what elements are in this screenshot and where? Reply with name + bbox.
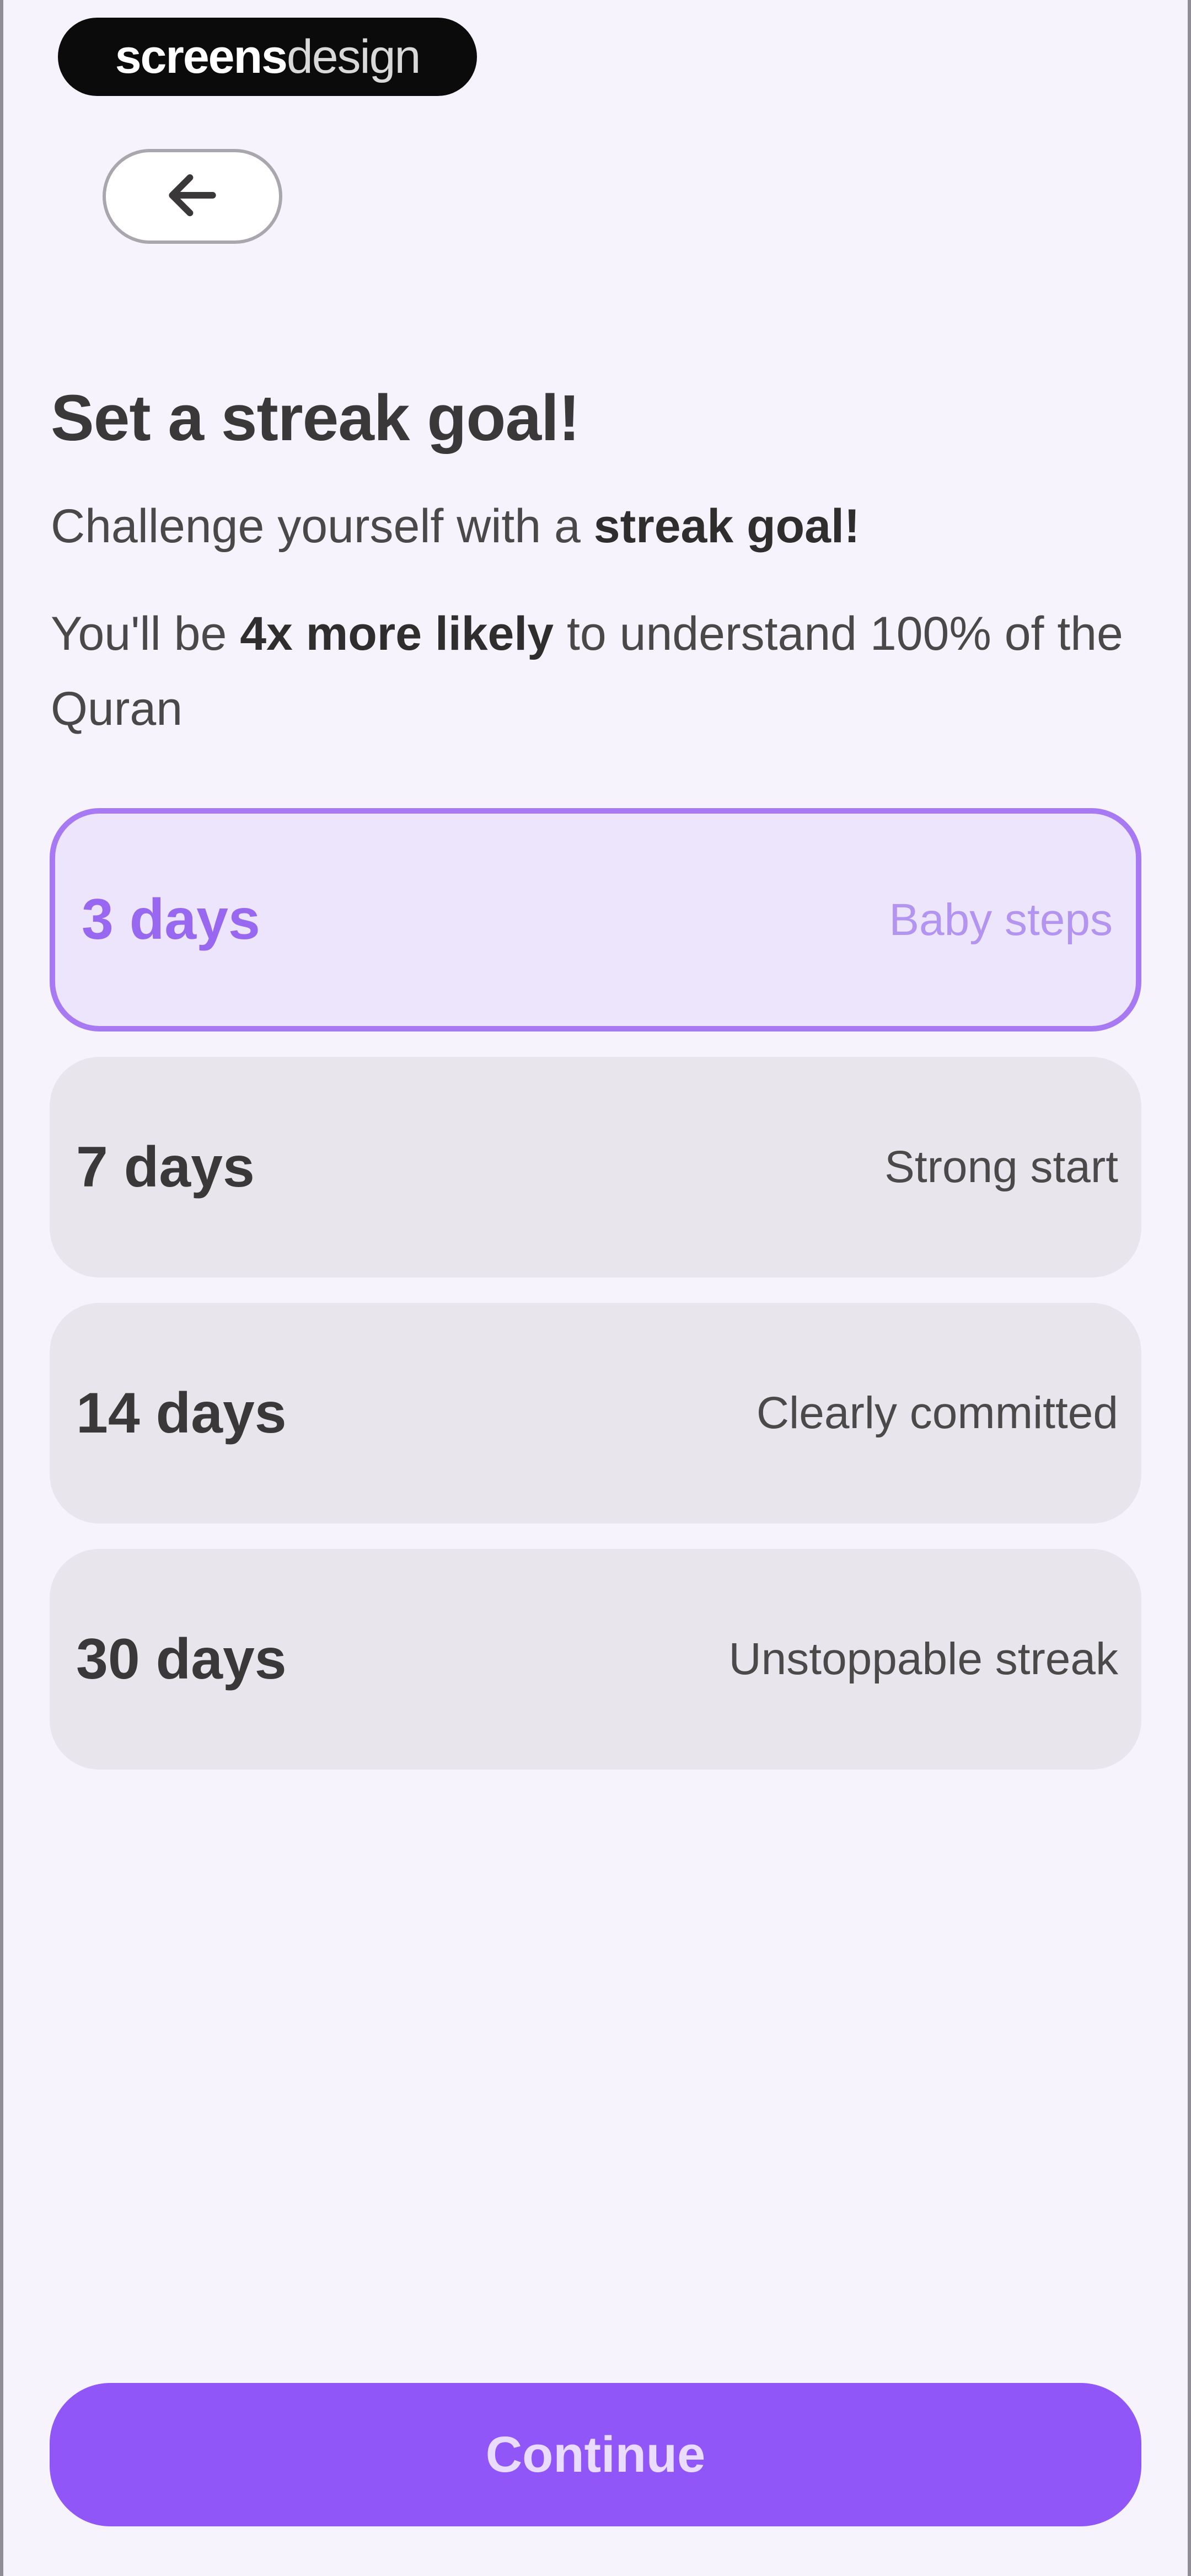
subtitle-bold: streak goal! — [593, 500, 860, 553]
streak-option-14-days[interactable]: 14 days Clearly committed — [50, 1303, 1141, 1524]
option-days: 7 days — [76, 1135, 255, 1199]
likely-bold: 4x more likely — [240, 607, 554, 660]
option-label: Baby steps — [889, 894, 1113, 945]
option-label: Strong start — [884, 1142, 1118, 1192]
watermark-light: design — [286, 30, 421, 83]
page-title: Set a streak goal! — [51, 382, 580, 455]
option-days: 14 days — [76, 1381, 287, 1445]
likely-prefix: You'll be — [51, 607, 240, 660]
frame-edge-left — [0, 0, 3, 2576]
option-label: Clearly committed — [756, 1388, 1118, 1438]
option-days: 30 days — [76, 1627, 287, 1691]
option-label: Unstoppable streak — [728, 1634, 1118, 1684]
arrow-left-icon — [162, 165, 223, 228]
streak-option-30-days[interactable]: 30 days Unstoppable streak — [50, 1549, 1141, 1770]
likelihood-text: You'll be 4x more likely to understand 1… — [51, 597, 1142, 747]
watermark-strong: screens — [115, 30, 288, 83]
streak-option-3-days[interactable]: 3 days Baby steps — [50, 808, 1141, 1032]
continue-button[interactable]: Continue — [50, 2383, 1141, 2526]
frame-edge-right — [1188, 0, 1191, 2576]
subtitle-prefix: Challenge yourself with a — [51, 500, 594, 553]
screensdesign-watermark: screens design — [58, 18, 477, 96]
back-button[interactable] — [103, 149, 282, 244]
subtitle: Challenge yourself with a streak goal! — [51, 499, 860, 554]
streak-option-7-days[interactable]: 7 days Strong start — [50, 1057, 1141, 1278]
option-days: 3 days — [82, 888, 260, 952]
streak-options: 3 days Baby steps 7 days Strong start 14… — [50, 808, 1141, 1795]
